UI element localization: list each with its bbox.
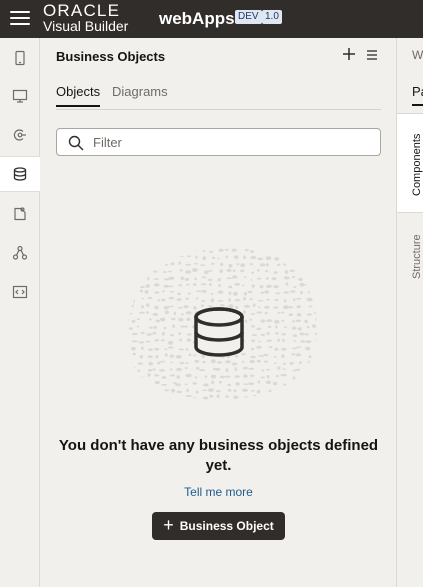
rail-item-mobile-apps[interactable] bbox=[0, 40, 40, 76]
rail-item-processes[interactable] bbox=[0, 235, 40, 271]
app-header: ORACLE Visual Builder webApps DEV 1.0 bbox=[0, 0, 423, 38]
empty-state-message: You don't have any business objects defi… bbox=[58, 437, 379, 474]
right-panel-tab[interactable]: Pa bbox=[412, 84, 423, 99]
tab-objects[interactable]: Objects bbox=[56, 84, 101, 107]
add-business-object-button[interactable]: + Business Object bbox=[152, 512, 285, 540]
search-icon bbox=[68, 135, 84, 151]
right-panel: W Pa Components Structure bbox=[396, 38, 423, 587]
add-icon[interactable] bbox=[341, 46, 357, 62]
component-icon bbox=[14, 207, 26, 221]
tell-me-more-link[interactable]: Tell me more bbox=[56, 485, 381, 499]
rail-item-business-objects[interactable] bbox=[0, 156, 40, 192]
menu-icon[interactable] bbox=[366, 49, 378, 61]
service-connections-icon bbox=[13, 129, 26, 141]
source-code-icon bbox=[12, 285, 28, 299]
processes-icon bbox=[12, 245, 28, 260]
rail-item-service-connections[interactable] bbox=[0, 117, 40, 153]
rail-item-web-apps[interactable] bbox=[0, 78, 40, 114]
tab-diagrams[interactable]: Diagrams bbox=[112, 84, 168, 105]
right-panel-tab-underline bbox=[412, 104, 423, 106]
hamburger-menu-icon[interactable] bbox=[10, 11, 30, 27]
desktop-icon bbox=[12, 89, 28, 103]
brand-oracle: ORACLE bbox=[43, 1, 121, 20]
brand-product: Visual Builder bbox=[43, 18, 129, 34]
right-panel-header: W bbox=[412, 48, 423, 62]
filter-field[interactable] bbox=[56, 128, 381, 156]
rail-item-source[interactable] bbox=[0, 274, 40, 310]
panel-tabs: Objects Diagrams bbox=[56, 84, 381, 110]
env-badge: DEV bbox=[235, 10, 262, 24]
rail-item-components[interactable] bbox=[0, 196, 40, 232]
plus-icon: + bbox=[163, 515, 174, 535]
app-name[interactable]: webApps bbox=[159, 9, 235, 29]
tab-structure[interactable]: Structure bbox=[411, 234, 423, 279]
panel-title: Business Objects bbox=[56, 49, 166, 64]
navigator-rail bbox=[0, 38, 40, 587]
tab-components[interactable]: Components bbox=[411, 134, 423, 196]
add-business-object-label: Business Object bbox=[179, 519, 274, 533]
filter-input[interactable] bbox=[93, 133, 373, 151]
mobile-icon bbox=[15, 50, 25, 66]
oracle-logo: ORACLE Visual Builder bbox=[43, 2, 128, 33]
database-icon bbox=[13, 167, 27, 181]
database-icon bbox=[194, 307, 244, 357]
version-badge: 1.0 bbox=[262, 10, 282, 24]
business-objects-panel: Business Objects Objects Diagrams You do… bbox=[41, 38, 396, 587]
empty-state-database-illustration bbox=[127, 248, 318, 400]
